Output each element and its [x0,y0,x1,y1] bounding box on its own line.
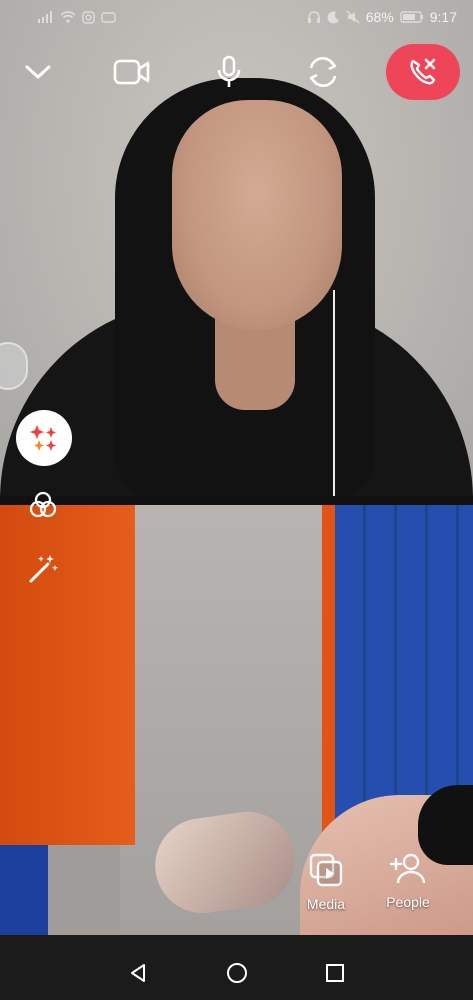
camera-icon [101,12,116,23]
media-label: Media [306,896,346,912]
do-not-disturb-icon [327,10,339,23]
video-divider [0,496,473,505]
add-person-icon [389,853,426,884]
wall-orange [0,505,135,845]
headset-icon [307,11,320,23]
signal-icon [38,11,52,23]
end-call-button[interactable] [386,44,460,100]
remote-face [172,100,342,330]
recents-button[interactable] [324,962,346,989]
battery-icon [400,11,423,23]
navigation-bar [0,950,473,1000]
video-toggle-button[interactable] [110,48,154,96]
microphone-icon [217,55,241,87]
sparkles-icon [30,425,56,451]
magic-wand-button[interactable] [27,553,59,585]
wifi-icon [60,11,76,23]
self-video [0,505,473,1000]
media-button[interactable]: Media [286,852,366,912]
microphone-button[interactable] [212,48,246,96]
switch-camera-button[interactable] [304,48,342,96]
status-bar: 68% 9:17 [0,0,473,34]
people-button[interactable]: People [368,852,448,910]
battery-percent: 68% [365,9,394,25]
end-call-icon [410,58,436,85]
blue-object [0,845,48,945]
switch-camera-icon [309,56,337,88]
home-button[interactable] [225,961,249,990]
magic-wand-icon [29,555,58,583]
status-left [38,10,116,24]
clock: 9:17 [429,9,457,25]
recents-icon [325,963,344,982]
chevron-down-icon [25,65,51,79]
minimize-button[interactable] [18,48,58,96]
mute-icon [346,10,360,24]
video-camera-icon [113,59,150,85]
earphone-cable [333,290,335,496]
instagram-icon [82,10,95,24]
back-icon [130,963,145,982]
filters-button[interactable] [27,489,59,521]
filters-icon [29,491,57,518]
effects-button[interactable] [16,410,72,466]
people-label: People [386,894,430,910]
status-right: 68% 9:17 [307,9,457,25]
media-icon [309,853,343,887]
back-button[interactable] [128,962,150,989]
home-icon [226,962,247,983]
